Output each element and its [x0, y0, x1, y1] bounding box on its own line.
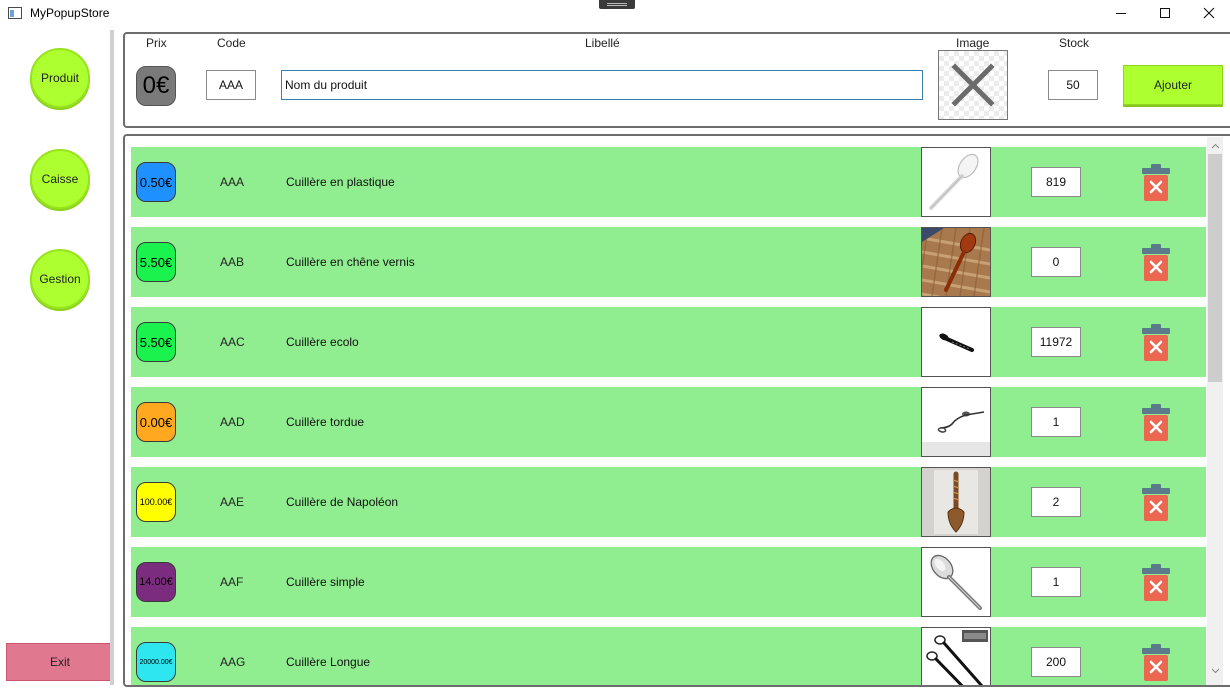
delete-product-button[interactable]	[1141, 563, 1171, 603]
varnished-oak-spoon-image	[922, 228, 990, 296]
product-label: Cuillère en chêne vernis	[286, 255, 415, 269]
product-code: AAA	[220, 175, 245, 189]
trash-icon	[1142, 324, 1170, 361]
product-code: AAC	[220, 335, 245, 349]
close-x-icon	[951, 63, 995, 107]
nav-caisse-button[interactable]: Caisse	[30, 149, 90, 209]
product-image	[921, 467, 991, 537]
product-image	[921, 547, 991, 617]
header-prix: Prix	[146, 36, 167, 50]
delete-product-button[interactable]	[1141, 163, 1171, 203]
product-image	[921, 387, 991, 457]
simple-spoon-image	[930, 554, 982, 610]
nav-produit-button[interactable]: Produit	[30, 48, 90, 108]
product-row: 100.00€ AAE Cuillère de Napoléon 2	[131, 467, 1206, 537]
delete-product-button[interactable]	[1141, 243, 1171, 283]
minimize-button[interactable]	[1098, 0, 1144, 26]
product-code: AAG	[220, 655, 246, 669]
title-bar: MyPopupStore	[0, 0, 1230, 28]
chevron-down-icon	[1211, 668, 1219, 673]
maximize-icon	[1160, 8, 1170, 18]
product-label: Cuillère ecolo	[286, 335, 359, 349]
header-stock: Stock	[1059, 36, 1090, 50]
eco-spoon-image	[939, 333, 974, 352]
product-stock[interactable]: 819	[1031, 167, 1081, 197]
product-price-badge[interactable]: 0.50€	[136, 162, 176, 202]
header-code: Code	[217, 36, 246, 50]
maximize-button[interactable]	[1142, 0, 1188, 26]
delete-product-button[interactable]	[1141, 643, 1171, 683]
product-row: 14.00€ AAF Cuillère simple 1	[131, 547, 1206, 617]
stock-input[interactable]	[1048, 70, 1098, 100]
libelle-input[interactable]	[281, 70, 923, 100]
product-price-badge[interactable]: 14.00€	[136, 562, 176, 602]
delete-product-button[interactable]	[1141, 323, 1171, 363]
product-price-badge[interactable]: 5.50€	[136, 322, 176, 362]
product-row: 5.50€ AAB Cuillère en chêne vernis 0	[131, 227, 1206, 297]
trash-icon	[1142, 644, 1170, 681]
product-code: AAE	[220, 495, 245, 509]
image-picker[interactable]	[938, 50, 1008, 120]
product-stock[interactable]: 1	[1031, 407, 1081, 437]
product-price-badge[interactable]: 0.00€	[136, 402, 176, 442]
product-row: 5.50€ AAC Cuillère ecolo 11972	[131, 307, 1206, 377]
window-title: MyPopupStore	[30, 6, 110, 20]
minimize-icon	[1116, 12, 1126, 14]
code-input[interactable]	[206, 70, 256, 100]
exit-button[interactable]: Exit	[6, 643, 114, 681]
product-stock[interactable]: 200	[1031, 647, 1081, 677]
header-libelle: Libellé	[585, 36, 620, 50]
trash-icon	[1142, 564, 1170, 601]
product-row: 0.50€ AAA Cuillère en plastique 819	[131, 147, 1206, 217]
product-image	[921, 627, 991, 685]
product-stock[interactable]: 1	[1031, 567, 1081, 597]
product-price-badge[interactable]: 20000.00€	[136, 642, 176, 682]
product-label: Cuillère Longue	[286, 655, 371, 669]
close-button[interactable]	[1186, 0, 1230, 26]
product-label: Cuillère simple	[286, 575, 365, 589]
product-price-badge[interactable]: 100.00€	[136, 482, 176, 522]
app-window: MyPopupStore Produit Caisse Gestion Exit…	[0, 0, 1230, 688]
product-stock[interactable]: 2	[1031, 487, 1081, 517]
product-label: Cuillère en plastique	[286, 175, 395, 189]
product-label: Cuillère de Napoléon	[286, 495, 399, 509]
trash-icon	[1142, 484, 1170, 521]
scroll-up-button[interactable]	[1207, 137, 1223, 154]
product-list[interactable]: 0.50€ AAA Cuillère en plastique 819 5.50…	[131, 137, 1207, 685]
product-image	[921, 307, 991, 377]
delete-product-button[interactable]	[1141, 483, 1171, 523]
scrollbar-thumb[interactable]	[1208, 154, 1222, 382]
product-stock[interactable]: 11972	[1031, 327, 1081, 357]
close-icon	[1203, 7, 1215, 19]
product-stock[interactable]: 0	[1031, 247, 1081, 277]
product-image	[921, 147, 991, 217]
add-product-button[interactable]: Ajouter	[1123, 65, 1223, 105]
header-image: Image	[956, 36, 990, 50]
delete-product-button[interactable]	[1141, 403, 1171, 443]
price-selector[interactable]: 0€	[136, 66, 176, 106]
product-label: Cuillère tordue	[286, 415, 365, 429]
nav-separator[interactable]	[110, 30, 114, 685]
trash-icon	[1142, 164, 1170, 201]
twisted-spoon-image	[922, 411, 990, 456]
trash-icon	[1142, 244, 1170, 281]
product-code: AAD	[220, 415, 245, 429]
nav-gestion-button[interactable]: Gestion	[30, 249, 90, 309]
drag-grip-icon[interactable]	[599, 0, 635, 9]
product-row: 20000.00€ AAG Cuillère Longue 200	[131, 627, 1206, 685]
app-icon	[8, 7, 22, 19]
product-code: AAF	[220, 575, 244, 589]
chevron-up-icon	[1211, 143, 1219, 148]
product-image	[921, 227, 991, 297]
product-price-badge[interactable]: 5.50€	[136, 242, 176, 282]
scroll-down-button[interactable]	[1207, 662, 1223, 679]
product-code: AAB	[220, 255, 245, 269]
napoleon-spoon-image	[922, 468, 990, 536]
plastic-spoon-image	[929, 153, 979, 210]
long-spoons-image	[926, 630, 988, 685]
trash-icon	[1142, 404, 1170, 441]
product-row: 0.00€ AAD Cuillère tordue 1	[131, 387, 1206, 457]
